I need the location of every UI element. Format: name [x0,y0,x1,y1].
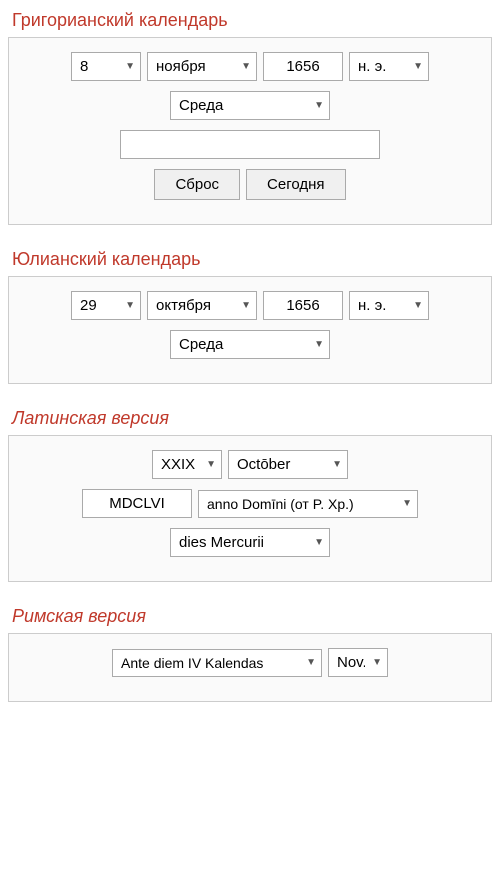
latin-day-select[interactable]: IIIIIIIV VVIVIIVIII IXXXIXII XIIIXIVXVXV… [152,450,222,479]
roman-box: Ante diem IV Kalendas Pridie KalendasKal… [8,633,492,702]
latin-title: Латинская версия [0,398,500,435]
roman-day-select[interactable]: Ante diem IV Kalendas Pridie KalendasKal… [112,649,322,677]
gregorian-weekday-dropdown[interactable]: ПонедельникВторникСреда ЧетвергПятницаСу… [170,91,330,120]
roman-month-dropdown[interactable]: Nov.Dec.Ian. Feb.Mar.Apr. Mai.Iun.Iul. A… [328,648,388,677]
julian-era-dropdown[interactable]: н. э.до н. э. [349,291,429,320]
julian-month-dropdown[interactable]: январяфевралямарта апрелямаяиюня июляавг… [147,291,257,320]
gregorian-weekday-select[interactable]: ПонедельникВторникСреда ЧетвергПятницаСу… [170,91,330,120]
roman-month-select[interactable]: Nov.Dec.Ian. Feb.Mar.Apr. Mai.Iun.Iul. A… [328,648,388,677]
latin-era-select[interactable]: anno Domīni (от P. Xp.)ante Christum [198,490,418,518]
julian-day-dropdown[interactable]: 1234 5678 9101112 13141516 17181920 2122… [71,291,141,320]
gregorian-era-select[interactable]: н. э.до н. э. [349,52,429,81]
gregorian-today-button[interactable]: Сегодня [246,169,346,200]
julian-era-select[interactable]: н. э.до н. э. [349,291,429,320]
gregorian-text-input[interactable] [120,130,380,159]
julian-day-select[interactable]: 1234 5678 9101112 13141516 17181920 2122… [71,291,141,320]
roman-title: Римская версия [0,596,500,633]
gregorian-month-select[interactable]: январяфевралямарта апрелямаяиюня июляавг… [147,52,257,81]
gregorian-era-dropdown[interactable]: н. э.до н. э. [349,52,429,81]
gregorian-month-dropdown[interactable]: январяфевралямарта апрелямаяиюня июляавг… [147,52,257,81]
julian-box: 1234 5678 9101112 13141516 17181920 2122… [8,276,492,384]
gregorian-day-dropdown[interactable]: 1234 5678 9101112 13141516 17181920 2122… [71,52,141,81]
latin-era-dropdown[interactable]: anno Domīni (от P. Xp.)ante Christum [198,490,418,518]
gregorian-title: Григорианский календарь [0,0,500,37]
gregorian-year-input[interactable] [263,52,343,81]
julian-month-select[interactable]: январяфевралямарта апрелямаяиюня июляавг… [147,291,257,320]
latin-box: IIIIIIIV VVIVIIVIII IXXXIXII XIIIXIVXVXV… [8,435,492,582]
julian-weekday-dropdown[interactable]: ПонедельникВторникСреда ЧетвергПятницаСу… [170,330,330,359]
roman-day-dropdown[interactable]: Ante diem IV Kalendas Pridie KalendasKal… [112,649,322,677]
gregorian-reset-button[interactable]: Сброс [154,169,240,200]
julian-weekday-select[interactable]: ПонедельникВторникСреда ЧетвергПятницаСу… [170,330,330,359]
latin-month-dropdown[interactable]: IanuariusFebruariusMartius AprilisMaiusI… [228,450,348,479]
julian-title: Юлианский календарь [0,239,500,276]
gregorian-day-select[interactable]: 1234 5678 9101112 13141516 17181920 2122… [71,52,141,81]
latin-weekday-select[interactable]: dies Lunaedies Martisdies Mercurii dies … [170,528,330,557]
julian-year-input[interactable] [263,291,343,320]
latin-year-input[interactable] [82,489,192,518]
latin-month-select[interactable]: IanuariusFebruariusMartius AprilisMaiusI… [228,450,348,479]
latin-weekday-dropdown[interactable]: dies Lunaedies Martisdies Mercurii dies … [170,528,330,557]
gregorian-box: 1234 5678 9101112 13141516 17181920 2122… [8,37,492,225]
latin-day-dropdown[interactable]: IIIIIIIV VVIVIIVIII IXXXIXII XIIIXIVXVXV… [152,450,222,479]
